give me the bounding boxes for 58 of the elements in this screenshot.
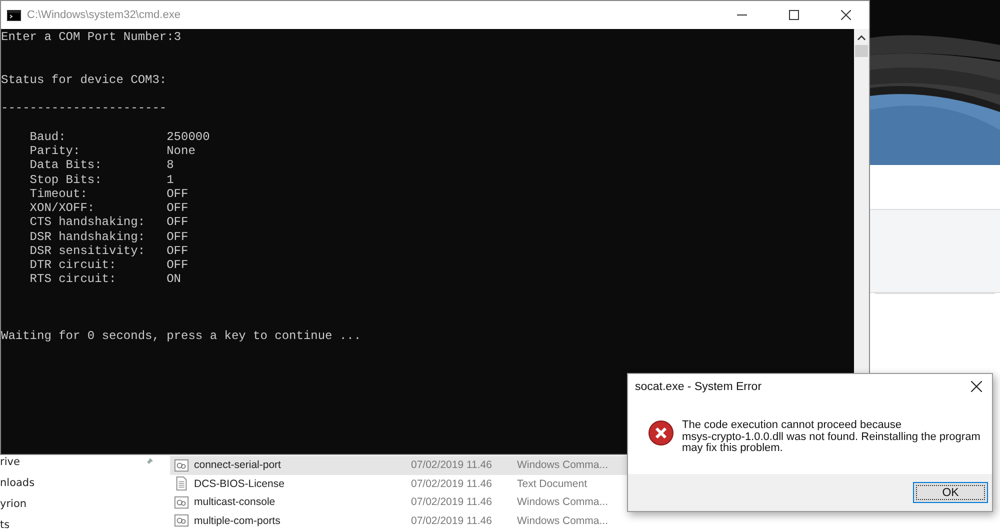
nav-item[interactable]: rive xyxy=(0,451,160,472)
setting-name: DSR handshaking: xyxy=(30,230,146,244)
nav-item[interactable]: yrion xyxy=(0,493,160,514)
setting-name: Data Bits: xyxy=(30,158,103,172)
file-date: 07/02/2019 11.46 xyxy=(411,496,493,508)
setting-value: 1 xyxy=(166,172,174,187)
setting-name: Timeout: xyxy=(30,186,88,201)
file-name: DCS-BIOS-License xyxy=(194,478,284,490)
setting-value: OFF xyxy=(166,215,188,230)
setting-value: OFF xyxy=(166,258,188,272)
setting-name: DSR sensitivity: xyxy=(30,244,146,258)
setting-name: XON/XOFF: xyxy=(30,201,96,216)
setting-value: OFF xyxy=(166,186,188,201)
file-row[interactable]: connect-serial-port 07/02/2019 11.46 Windows Comma... xyxy=(170,456,630,474)
file-row[interactable]: DCS-BIOS-License 07/02/2019 11.46 Text Document xyxy=(170,474,630,493)
setting-name: RTS circuit: xyxy=(30,272,118,286)
nav-item[interactable]: ts xyxy=(0,514,160,531)
maximize-icon xyxy=(789,10,799,20)
setting-name: DTR circuit: xyxy=(30,258,118,272)
setting-value: 8 xyxy=(166,158,174,172)
setting-value: ON xyxy=(166,272,182,286)
setting-value: OFF xyxy=(166,201,188,216)
console-icon xyxy=(7,10,21,20)
close-icon xyxy=(841,10,851,20)
setting-name: Stop Bits: xyxy=(30,172,103,187)
file-date: 07/02/2019 11.46 xyxy=(411,514,493,527)
file-row[interactable]: multiple-com-ports 07/02/2019 11.46 Windows Comma... xyxy=(170,512,630,530)
file-type: Text Document xyxy=(517,478,588,490)
file-type: Windows Comma... xyxy=(517,459,608,472)
setting-value: OFF xyxy=(166,230,188,244)
setting-name: Baud: xyxy=(30,130,67,144)
setting-value: None xyxy=(166,144,196,158)
file-name: multicast-console xyxy=(194,496,276,508)
window-title: C:\Windows\system32\cmd.exe xyxy=(27,9,180,21)
scroll-up-icon[interactable] xyxy=(857,35,866,41)
file-name: connect-serial-port xyxy=(194,459,281,472)
error-message: The code execution cannot proceed because msys-crypto-1.0.0.dll was not found. Reinstalling the program may fix this problem. xyxy=(682,420,982,454)
nav-item[interactable]: nloads xyxy=(0,472,160,493)
file-type: Windows Comma... xyxy=(517,514,608,527)
setting-value: OFF xyxy=(166,244,188,258)
console-line: Status for device COM3: xyxy=(1,72,168,87)
close-icon[interactable] xyxy=(971,381,982,392)
file-date: 07/02/2019 11.46 xyxy=(411,459,493,472)
file-date: 07/02/2019 11.46 xyxy=(411,478,493,490)
file-type: Windows Comma... xyxy=(517,496,608,508)
error-icon xyxy=(648,420,674,446)
setting-name: CTS handshaking: xyxy=(30,215,146,230)
setting-name: Parity: xyxy=(30,144,82,158)
file-name: multiple-com-ports xyxy=(194,514,280,527)
console-line: Enter a COM Port Number:3 xyxy=(1,30,182,44)
console-line: ----------------------- xyxy=(1,101,168,116)
dialog-title: socat.exe - System Error xyxy=(635,380,762,392)
document-icon xyxy=(174,476,189,492)
console-line: Waiting for 0 seconds, press a key to continue ... xyxy=(1,329,362,344)
file-row[interactable]: multicast-console 07/02/2019 11.46 Windows Comma... xyxy=(170,493,630,512)
ok-button[interactable]: OK xyxy=(913,482,988,503)
scroll-thumb[interactable] xyxy=(855,45,868,57)
setting-value: 250000 xyxy=(166,130,210,144)
